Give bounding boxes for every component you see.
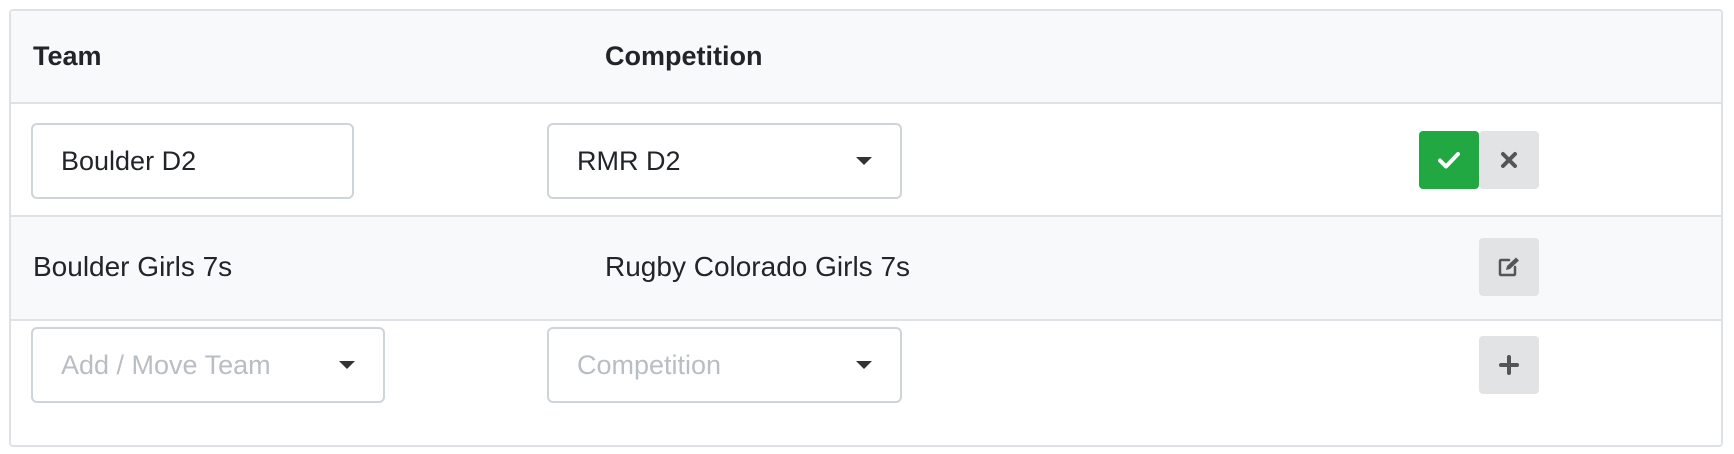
table-header: Team Competition — [11, 11, 1721, 104]
competition-cell: Rugby Colorado Girls 7s — [605, 251, 911, 282]
check-icon — [1438, 152, 1460, 169]
edit-button[interactable] — [1479, 238, 1539, 296]
competition-select[interactable]: RMR D2 — [547, 123, 902, 199]
competition-select-value: RMR D2 — [577, 146, 681, 176]
add-team-placeholder: Add / Move Team — [61, 350, 271, 380]
add-competition-select[interactable]: Competition — [547, 327, 902, 403]
competition-column-header: Competition — [605, 41, 763, 71]
chevron-down-icon — [856, 157, 872, 165]
team-column-header: Team — [33, 41, 102, 71]
edit-icon — [1498, 257, 1519, 277]
team-competition-table: Team Competition RMR D2 Boulder Girls 7s… — [9, 9, 1723, 447]
team-cell: Boulder Girls 7s — [33, 251, 233, 282]
chevron-down-icon — [339, 361, 355, 369]
add-team-select[interactable]: Add / Move Team — [31, 327, 385, 403]
team-name-input[interactable] — [31, 123, 354, 199]
add-button[interactable] — [1479, 336, 1539, 394]
chevron-down-icon — [856, 361, 872, 369]
table-row: Boulder Girls 7s Rugby Colorado Girls 7s — [11, 217, 1721, 321]
save-button[interactable] — [1419, 131, 1479, 189]
add-competition-placeholder: Competition — [577, 350, 722, 380]
cancel-button[interactable] — [1479, 131, 1539, 189]
table-row-add: Add / Move Team Competition — [11, 321, 1721, 445]
close-icon — [1501, 152, 1517, 168]
plus-icon — [1499, 355, 1519, 375]
table-row-editing: RMR D2 — [11, 104, 1721, 217]
